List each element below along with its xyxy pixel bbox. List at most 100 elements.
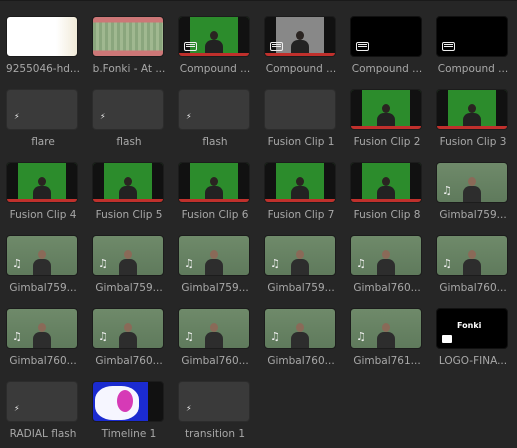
- clip-thumbnail[interactable]: [436, 89, 508, 130]
- media-pool-clip[interactable]: ⚡ transition 1: [172, 375, 258, 445]
- clip-thumbnail[interactable]: ♫: [6, 235, 78, 276]
- media-pool-clip[interactable]: ♫ Gimbal759...: [86, 229, 172, 299]
- media-pool-clip[interactable]: Fusion Clip 8: [344, 156, 430, 226]
- media-pool-clip[interactable]: ♫ Gimbal760...: [172, 302, 258, 372]
- clip-name-label: Gimbal759...: [9, 282, 77, 294]
- clip-thumbnail[interactable]: ♫: [350, 308, 422, 349]
- music-note-icon: ♫: [184, 257, 194, 270]
- clip-thumbnail[interactable]: [6, 16, 78, 57]
- clip-name-label: LOGO-FINA...: [438, 355, 508, 367]
- compound-clip-icon: [442, 42, 455, 51]
- clip-name-label: flash: [116, 136, 142, 148]
- clip-thumbnail[interactable]: [178, 16, 250, 57]
- media-pool-clip[interactable]: Fusion Clip 6: [172, 156, 258, 226]
- clip-thumbnail[interactable]: ♫: [178, 235, 250, 276]
- clip-thumbnail[interactable]: ⚡: [92, 89, 164, 130]
- media-pool-clip[interactable]: Timeline 1: [86, 375, 172, 445]
- media-pool-clip[interactable]: ♫ Gimbal760...: [430, 229, 516, 299]
- media-pool-clip[interactable]: Fusion Clip 7: [258, 156, 344, 226]
- clip-name-label: Compound ...: [351, 63, 423, 75]
- music-note-icon: ♫: [270, 330, 280, 343]
- subject-figure: [291, 323, 309, 348]
- media-pool-clip[interactable]: Fonki LOGO-FINA...: [430, 302, 516, 372]
- media-pool-clip[interactable]: ♫ Gimbal759...: [172, 229, 258, 299]
- media-pool-clip[interactable]: ♫ Gimbal761...: [344, 302, 430, 372]
- clip-thumbnail[interactable]: ♫: [350, 235, 422, 276]
- media-pool-clip[interactable]: 9255046-hd...: [0, 10, 86, 80]
- clip-thumbnail[interactable]: [178, 162, 250, 203]
- clip-thumbnail[interactable]: [6, 162, 78, 203]
- clip-thumbnail[interactable]: [92, 381, 164, 422]
- clip-thumbnail[interactable]: [264, 89, 336, 130]
- clip-name-label: Fusion Clip 6: [181, 209, 249, 221]
- clip-thumbnail[interactable]: [92, 16, 164, 57]
- media-pool-clip[interactable]: ♫ Gimbal760...: [0, 302, 86, 372]
- clip-thumbnail[interactable]: ♫: [6, 308, 78, 349]
- media-pool-clip[interactable]: Compound ...: [258, 10, 344, 80]
- media-pool-clip[interactable]: ♫ Gimbal759...: [258, 229, 344, 299]
- music-note-icon: ♫: [270, 257, 280, 270]
- clip-thumbnail[interactable]: [264, 162, 336, 203]
- media-pool-clip[interactable]: Fusion Clip 5: [86, 156, 172, 226]
- subject-figure: [205, 250, 223, 275]
- clip-thumbnail[interactable]: ♫: [436, 162, 508, 203]
- media-pool-clip[interactable]: Compound ...: [430, 10, 516, 80]
- clip-name-label: Compound ...: [437, 63, 509, 75]
- clip-name-label: 9255046-hd...: [6, 63, 80, 75]
- compound-clip-icon: [356, 42, 369, 51]
- music-note-icon: ♫: [442, 257, 452, 270]
- clip-usage-bar: [265, 53, 335, 56]
- clip-thumbnail[interactable]: ♫: [92, 308, 164, 349]
- clip-thumbnail[interactable]: [264, 16, 336, 57]
- clip-name-label: transition 1: [184, 428, 246, 440]
- clip-thumbnail[interactable]: [350, 16, 422, 57]
- media-pool-clip[interactable]: Fusion Clip 2: [344, 83, 430, 153]
- media-pool-clip[interactable]: ♫ Gimbal760...: [86, 302, 172, 372]
- clip-thumbnail[interactable]: ♫: [178, 308, 250, 349]
- clip-name-label: Gimbal760...: [267, 355, 335, 367]
- clip-name-label: Compound ...: [265, 63, 337, 75]
- subject-figure: [119, 323, 137, 348]
- clip-usage-bar: [93, 199, 163, 202]
- clip-thumbnail[interactable]: [92, 162, 164, 203]
- media-pool-clip[interactable]: b.Fonki - At ...: [86, 10, 172, 80]
- clip-thumbnail[interactable]: [350, 89, 422, 130]
- clip-thumbnail[interactable]: [436, 16, 508, 57]
- clip-thumbnail[interactable]: Fonki: [436, 308, 508, 349]
- media-pool-clip[interactable]: ⚡ flare: [0, 83, 86, 153]
- clip-name-label: Fusion Clip 5: [95, 209, 163, 221]
- media-pool-clip[interactable]: ♫ Gimbal760...: [258, 302, 344, 372]
- media-pool-clip[interactable]: ♫ Gimbal759...: [430, 156, 516, 226]
- clip-usage-bar: [351, 126, 421, 129]
- clip-thumbnail[interactable]: ♫: [92, 235, 164, 276]
- clip-thumbnail[interactable]: ♫: [436, 235, 508, 276]
- media-pool-clip[interactable]: ⚡ RADIAL flash: [0, 375, 86, 445]
- music-note-icon: ♫: [356, 330, 366, 343]
- clip-name-label: Fusion Clip 3: [439, 136, 507, 148]
- media-pool-clip[interactable]: Fusion Clip 1: [258, 83, 344, 153]
- clip-thumbnail[interactable]: ⚡: [178, 381, 250, 422]
- subject-figure: [33, 250, 51, 275]
- media-pool-clip[interactable]: Compound ...: [172, 10, 258, 80]
- clip-name-label: Fusion Clip 4: [9, 209, 77, 221]
- clip-name-label: flare: [31, 136, 55, 148]
- clip-name-label: Fusion Clip 2: [353, 136, 421, 148]
- media-pool-clip[interactable]: ⚡ flash: [172, 83, 258, 153]
- clip-thumbnail[interactable]: ⚡: [6, 381, 78, 422]
- media-pool-clip[interactable]: ⚡ flash: [86, 83, 172, 153]
- media-pool-clip[interactable]: Fusion Clip 3: [430, 83, 516, 153]
- clip-thumbnail[interactable]: ⚡: [6, 89, 78, 130]
- media-pool-clip[interactable]: ♫ Gimbal759...: [0, 229, 86, 299]
- clip-name-label: b.Fonki - At ...: [92, 63, 166, 75]
- clip-thumbnail[interactable]: ⚡: [178, 89, 250, 130]
- clip-usage-bar: [179, 199, 249, 202]
- clip-name-label: Fusion Clip 8: [353, 209, 421, 221]
- media-pool-clip[interactable]: ♫ Gimbal760...: [344, 229, 430, 299]
- media-pool-clip[interactable]: Compound ...: [344, 10, 430, 80]
- clip-thumbnail[interactable]: ♫: [264, 235, 336, 276]
- media-pool-clip[interactable]: Fusion Clip 4: [0, 156, 86, 226]
- clip-thumbnail[interactable]: ♫: [264, 308, 336, 349]
- clip-thumbnail[interactable]: [350, 162, 422, 203]
- music-note-icon: ♫: [98, 330, 108, 343]
- subject-figure: [463, 177, 481, 202]
